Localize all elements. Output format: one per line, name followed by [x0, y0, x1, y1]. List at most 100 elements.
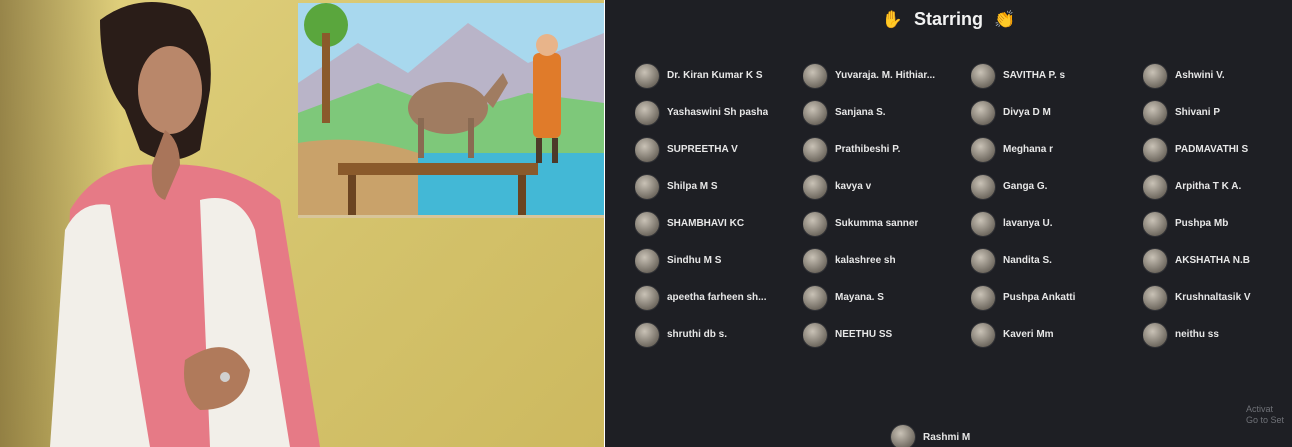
- participant-name: Yashaswini Sh pasha: [667, 107, 769, 118]
- participant-item: PADMAVATHI S: [1143, 131, 1292, 168]
- avatar: [1143, 322, 1167, 347]
- avatar: [803, 137, 827, 162]
- panel-title-text: Starring: [913, 9, 983, 29]
- avatar: [635, 63, 659, 88]
- participant-name: SAVITHA P. s: [1003, 70, 1066, 81]
- participant-item: Sanjana S.: [803, 94, 971, 131]
- participant-grid: Dr. Kiran Kumar K S Yuvaraja. M. Hithiar.…: [635, 57, 1292, 353]
- participant-name: Shivani P: [1175, 107, 1221, 118]
- avatar: [635, 211, 659, 236]
- participant-name: Prathibeshi P.: [835, 144, 901, 155]
- participant-name: Dr. Kiran Kumar K S: [667, 70, 763, 81]
- raised-hands-icon: ✋: [881, 10, 903, 29]
- avatar: [803, 211, 827, 236]
- participant-name: Krushnaltasik V: [1175, 292, 1251, 303]
- participant-name: Ganga G.: [1003, 181, 1048, 192]
- participant-name: kalashree sh: [835, 255, 896, 266]
- participant-name: Ashwini V.: [1175, 70, 1225, 81]
- avatar: [971, 248, 995, 273]
- participant-item: Shilpa M S: [635, 168, 803, 205]
- participant-item: SAVITHA P. s: [971, 57, 1143, 94]
- participant-item: Kaveri Mm: [971, 316, 1143, 353]
- participant-name: Shilpa M S: [667, 181, 718, 192]
- avatar: [1143, 174, 1167, 199]
- activation-watermark: Activat Go to Set: [1246, 404, 1284, 426]
- participant-name: shruthi db s.: [667, 329, 727, 340]
- starring-panel: ✋ Starring 👏 Dr. Kiran Kumar K S Yuvaraja…: [605, 0, 1292, 447]
- participant-item: neithu ss: [1143, 316, 1292, 353]
- avatar: [1143, 63, 1167, 88]
- participant-item: Arpitha T K A.: [1143, 168, 1292, 205]
- participant-name: Divya D M: [1003, 107, 1051, 118]
- participant-name: SUPREETHA V: [667, 144, 738, 155]
- panel-title: ✋ Starring 👏: [605, 9, 1292, 30]
- participant-item: NEETHU SS: [803, 316, 971, 353]
- participant-name: neithu ss: [1175, 329, 1219, 340]
- participant-item: Mayana. S: [803, 279, 971, 316]
- avatar: [635, 322, 659, 347]
- avatar: [1143, 100, 1167, 125]
- participant-item: Shivani P: [1143, 94, 1292, 131]
- avatar: [971, 211, 995, 236]
- participant-item: kalashree sh: [803, 242, 971, 279]
- storybook-illustration: [298, 3, 604, 218]
- clapping-hands-icon: 👏: [994, 10, 1016, 29]
- participant-item: Sukumma sanner: [803, 205, 971, 242]
- participant-name: Pushpa Ankatti: [1003, 292, 1076, 303]
- participant-item: Pushpa Ankatti: [971, 279, 1143, 316]
- avatar: [635, 285, 659, 310]
- participant-name: Sukumma sanner: [835, 218, 919, 229]
- participant-item: Yuvaraja. M. Hithiar...: [803, 57, 971, 94]
- participant-name: PADMAVATHI S: [1175, 144, 1249, 155]
- avatar: [971, 137, 995, 162]
- participant-name: AKSHATHA N.B: [1175, 255, 1250, 266]
- avatar: [971, 322, 995, 347]
- participant-item: Divya D M: [971, 94, 1143, 131]
- participant-name: apeetha farheen sh...: [667, 292, 767, 303]
- participant-name: Rashmi M: [923, 431, 971, 443]
- participant-item: Dr. Kiran Kumar K S: [635, 57, 803, 94]
- avatar: [891, 425, 915, 447]
- avatar: [635, 100, 659, 125]
- participant-name: Yuvaraja. M. Hithiar...: [835, 70, 936, 81]
- participant-item: apeetha farheen sh...: [635, 279, 803, 316]
- avatar: [1143, 248, 1167, 273]
- participant-name: SHAMBHAVI KC: [667, 218, 745, 229]
- avatar: [971, 100, 995, 125]
- participant-item: Meghana r: [971, 131, 1143, 168]
- avatar: [971, 285, 995, 310]
- participant-name: Sanjana S.: [835, 107, 886, 118]
- participant-item: lavanya U.: [971, 205, 1143, 242]
- participant-item: Ashwini V.: [1143, 57, 1292, 94]
- avatar: [803, 100, 827, 125]
- participant-item: SUPREETHA V: [635, 131, 803, 168]
- video-frame: [0, 0, 604, 447]
- participant-name: Kaveri Mm: [1003, 329, 1054, 340]
- participant-item: Krushnaltasik V: [1143, 279, 1292, 316]
- avatar: [971, 174, 995, 199]
- participant-item: AKSHATHA N.B: [1143, 242, 1292, 279]
- avatar: [803, 248, 827, 273]
- participant-name: NEETHU SS: [835, 329, 893, 340]
- avatar: [635, 137, 659, 162]
- participant-item: Prathibeshi P.: [803, 131, 971, 168]
- participant-item: kavya v: [803, 168, 971, 205]
- participant-item: Pushpa Mb: [1143, 205, 1292, 242]
- participant-name: Meghana r: [1003, 144, 1054, 155]
- participant-item: shruthi db s.: [635, 316, 803, 353]
- watermark-line-2: Go to Set: [1245, 415, 1284, 425]
- avatar: [1143, 211, 1167, 236]
- watermark-line-1: Activat: [1245, 404, 1273, 414]
- avatar: [635, 174, 659, 199]
- presenter: [50, 2, 320, 447]
- participant-name: lavanya U.: [1003, 218, 1053, 229]
- participant-name: Mayana. S: [835, 292, 884, 303]
- participant-item: Sindhu M S: [635, 242, 803, 279]
- avatar: [635, 248, 659, 273]
- participant-item: SHAMBHAVI KC: [635, 205, 803, 242]
- participant-name: kavya v: [835, 181, 872, 192]
- avatar: [803, 322, 827, 347]
- avatar: [971, 63, 995, 88]
- participant-item: Nandita S.: [971, 242, 1143, 279]
- participant-item: Rashmi M: [891, 425, 970, 447]
